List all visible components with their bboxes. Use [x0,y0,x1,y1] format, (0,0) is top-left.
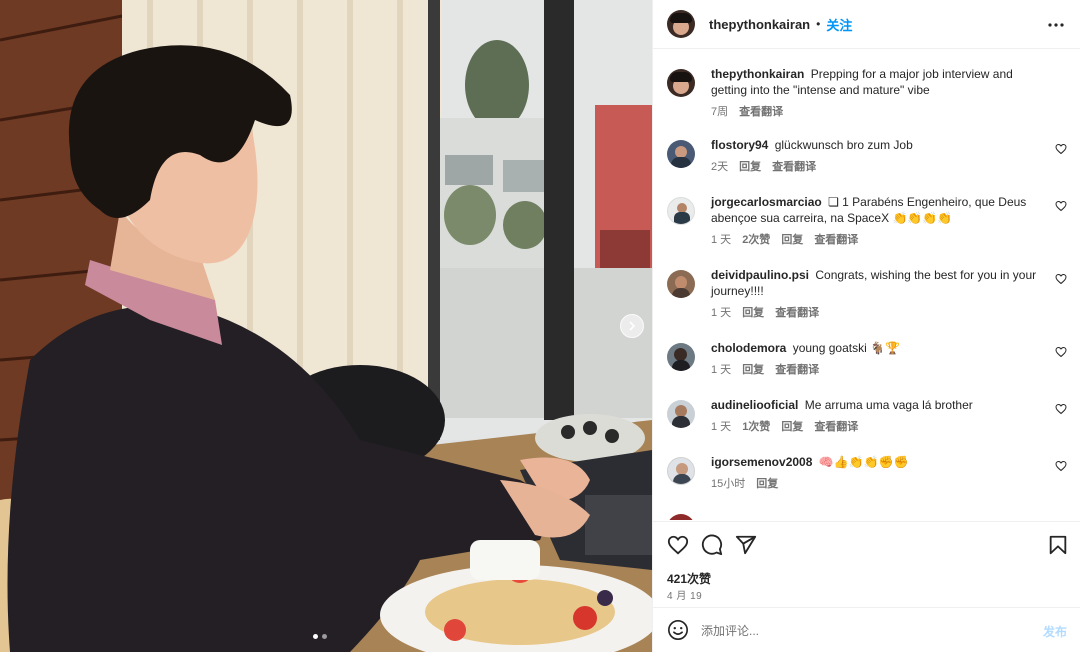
reply-button[interactable]: 回复 [742,361,764,377]
post-actions: 421次赞 4 月 19 [653,521,1080,607]
comment-likes-count[interactable]: 2次赞 [742,231,770,247]
translate-button[interactable]: 查看翻译 [775,361,819,377]
share-icon[interactable] [735,534,757,556]
carousel-dot-2 [322,634,327,639]
comment-time: 1 天 [711,421,732,433]
reply-button[interactable]: 回复 [742,304,764,320]
comment-icon[interactable] [701,534,723,556]
comment-avatar[interactable] [667,343,695,371]
comment-username[interactable]: flostory94 [711,138,768,152]
translate-button[interactable]: 查看翻译 [772,158,816,174]
comment-input[interactable] [701,620,1021,642]
carousel-next-button[interactable] [620,314,644,338]
comment-avatar[interactable] [667,197,695,225]
comment-item: jorgecarlosmarciao ❏ 1 Parabéns Engenhei… [667,194,1067,247]
comment-username[interactable]: deividpaulino.psi [711,268,809,282]
post-comment-button[interactable]: 发布 [1043,623,1067,640]
reply-button[interactable]: 回复 [781,231,803,247]
caption-translate-button[interactable]: 查看翻译 [739,103,783,119]
comment-item: deividpaulino.psi Congrats, wishing the … [667,267,1067,320]
comment-time: 1 天 [711,234,732,246]
post-date: 4 月 19 [667,591,703,602]
caption-meta: 7周 查看翻译 [711,103,1051,119]
caption-text-block: thepythonkairan Prepping for a major job… [711,66,1051,98]
comment-like-icon[interactable] [1055,273,1067,285]
comment-like-icon[interactable] [1055,346,1067,358]
emoji-icon[interactable] [667,619,689,641]
header-separator: • [816,17,821,31]
comment-time: 15小时 [711,478,746,490]
carousel-indicator [313,634,327,639]
more-options-button[interactable] [1047,16,1065,34]
post-header: thepythonkairan • 关注 [653,0,1080,49]
comment-time: 1 天 [711,307,732,319]
comment-username[interactable]: igorsemenov2008 [711,455,812,469]
bookmark-icon[interactable] [1047,534,1069,556]
translate-button[interactable]: 查看翻译 [775,304,819,320]
comment-text: glückwunsch bro zum Job [774,138,913,152]
comment-avatar[interactable] [667,514,695,520]
comment-time: 2天 [711,161,729,173]
caption-time: 7周 [711,106,729,118]
follow-button[interactable]: 关注 [826,15,852,34]
comment-avatar[interactable] [667,270,695,298]
comment-like-icon[interactable] [1055,143,1067,155]
caption-avatar[interactable] [667,69,695,97]
comments-list[interactable]: thepythonkairan Prepping for a major job… [653,50,1080,520]
more-horizontal-icon [1048,23,1064,27]
author-avatar[interactable] [667,10,695,38]
author-username[interactable]: thepythonkairan [709,17,810,32]
comment-item: audineliooficial Me arruma uma vaga lá b… [667,397,1067,434]
comment-text: young goatski 🐐🏆 [792,341,900,355]
comment-like-icon[interactable] [1055,403,1067,415]
heart-icon[interactable] [667,534,689,556]
comment-avatar[interactable] [667,400,695,428]
post-media[interactable] [0,0,652,652]
comment-text: 🧠👍👏👏✊✊ [818,455,909,469]
comment-like-icon[interactable] [1055,460,1067,472]
comment-item: cholodemora young goatski 🐐🏆 1 天 回复 查看翻译 [667,340,1067,377]
comment-time: 1 天 [711,364,732,376]
caption-username[interactable]: thepythonkairan [711,67,804,81]
comment-text: Me arruma uma vaga lá brother [804,398,973,412]
reply-button[interactable]: 回复 [781,418,803,434]
comment-like-icon[interactable] [1055,200,1067,212]
post-photo [0,0,652,652]
comment-username[interactable]: audineliooficial [711,398,798,412]
reply-button[interactable]: 回复 [756,475,778,491]
comment-avatar[interactable] [667,140,695,168]
comment-username[interactable]: cholodemora [711,341,786,355]
chevron-right-icon [629,321,636,331]
comment-username[interactable]: jorgecarlosmarciao [711,195,822,209]
post-side-panel: thepythonkairan • 关注 thepythonkairan Pre… [652,0,1080,652]
comment-item: igorsemenov2008 🧠👍👏👏✊✊ 15小时 回复 [667,454,1067,491]
caption: thepythonkairan Prepping for a major job… [667,66,1067,119]
add-comment-bar: 发布 [653,607,1080,652]
comment-item-partial [667,511,1067,520]
likes-count[interactable]: 421次赞 [667,570,711,587]
comment-avatar[interactable] [667,457,695,485]
carousel-dot-1 [313,634,318,639]
reply-button[interactable]: 回复 [739,158,761,174]
translate-button[interactable]: 查看翻译 [814,231,858,247]
comment-item: flostory94 glückwunsch bro zum Job 2天 回复… [667,137,1067,174]
comment-likes-count[interactable]: 1次赞 [742,418,770,434]
translate-button[interactable]: 查看翻译 [814,418,858,434]
